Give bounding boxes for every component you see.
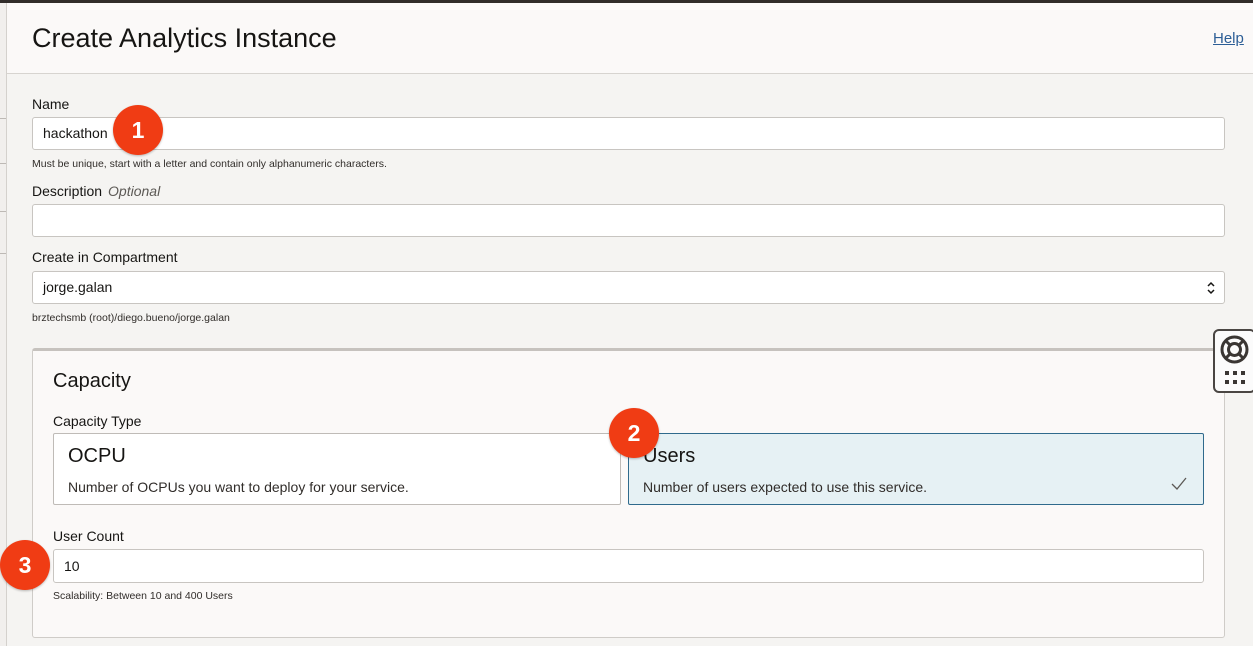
help-widget[interactable] <box>1213 329 1253 393</box>
grid-dots-icon <box>1225 371 1245 384</box>
description-label: Description Optional <box>32 183 160 199</box>
name-input[interactable]: hackathon <box>32 117 1225 150</box>
capacity-option-ocpu[interactable]: OCPU Number of OCPUs you want to deploy … <box>53 433 621 505</box>
name-label: Name <box>32 96 70 112</box>
capacity-option-users[interactable]: Users Number of users expected to use th… <box>628 433 1204 505</box>
compartment-label: Create in Compartment <box>32 249 178 265</box>
name-hint: Must be unique, start with a letter and … <box>32 158 387 170</box>
lifebuoy-icon <box>1220 335 1249 364</box>
chevron-updown-icon <box>1207 281 1215 295</box>
annotation-badge-1: 1 <box>113 105 163 155</box>
description-label-text: Description <box>32 183 103 199</box>
annotation-badge-2: 2 <box>609 408 659 458</box>
annotation-badge-3: 3 <box>0 540 50 590</box>
capacity-type-label: Capacity Type <box>53 413 142 429</box>
compartment-value: jorge.galan <box>43 279 113 295</box>
user-count-input[interactable]: 10 <box>53 549 1204 583</box>
background-divider <box>0 211 6 212</box>
ocpu-title: OCPU <box>68 445 126 467</box>
capacity-title: Capacity <box>53 370 131 392</box>
description-input[interactable] <box>32 204 1225 237</box>
user-count-label: User Count <box>53 528 124 544</box>
checkmark-icon <box>1171 477 1187 490</box>
compartment-path: brztechsmb (root)/diego.bueno/jorge.gala… <box>32 312 230 324</box>
user-count-hint: Scalability: Between 10 and 400 Users <box>53 590 233 602</box>
create-analytics-dialog: Create Analytics Instance Help Name hack… <box>7 3 1253 646</box>
background-divider <box>0 163 6 164</box>
background-divider <box>0 253 6 254</box>
optional-tag: Optional <box>108 183 161 199</box>
ocpu-description: Number of OCPUs you want to deploy for y… <box>68 479 409 495</box>
users-description: Number of users expected to use this ser… <box>643 479 928 495</box>
capacity-section: Capacity Capacity Type OCPU Number of OC… <box>32 348 1225 638</box>
dialog-header: Create Analytics Instance Help <box>7 3 1253 74</box>
compartment-select[interactable]: jorge.galan <box>32 271 1225 304</box>
page-title: Create Analytics Instance <box>32 23 337 53</box>
help-link[interactable]: Help <box>1213 30 1244 47</box>
background-divider <box>0 118 6 119</box>
